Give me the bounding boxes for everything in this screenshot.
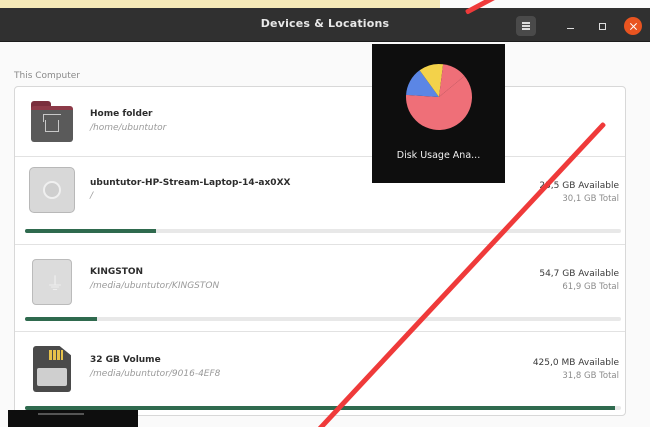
usage-bar (25, 317, 621, 321)
usage-bar-fill (25, 229, 157, 233)
location-name: ubuntutor-HP-Stream-Laptop-14-ax0XX (90, 178, 291, 188)
location-path: /media/ubuntutor/KINGSTON (90, 281, 220, 291)
background-window-strip (0, 0, 440, 8)
launcher-label: Disk Usage Ana... (396, 150, 481, 161)
total-space: 30,1 GB Total (562, 194, 619, 204)
menu-button[interactable] (516, 16, 536, 36)
location-path: / (90, 191, 94, 201)
location-name: Home folder (90, 109, 153, 119)
usage-bar (25, 229, 621, 233)
location-path: /home/ubuntutor (90, 123, 167, 133)
close-icon (630, 23, 637, 30)
hard-drive-icon (29, 167, 75, 213)
hamburger-icon (522, 22, 530, 30)
section-label: This Computer (14, 71, 80, 81)
location-row-sd-volume[interactable]: 32 GB Volume /media/ubuntutor/9016-4EF8 … (15, 332, 625, 417)
header-bar: Devices & Locations (0, 8, 650, 42)
home-folder-icon (29, 99, 75, 145)
total-space: 61,9 GB Total (562, 282, 619, 292)
usage-bar-fill (25, 317, 97, 321)
locations-list: Home folder /home/ubuntutor ubuntutor-HP… (14, 86, 626, 416)
location-row-home[interactable]: Home folder /home/ubuntutor (15, 87, 625, 157)
location-name: 32 GB Volume (90, 355, 161, 365)
location-row-kingston[interactable]: ⏚ KINGSTON /media/ubuntutor/KINGSTON 54,… (15, 245, 625, 332)
maximize-button[interactable] (592, 16, 612, 36)
window-title: Devices & Locations (260, 17, 390, 30)
dock-corner (8, 410, 138, 427)
close-button[interactable] (624, 17, 642, 35)
total-space: 31,8 GB Total (562, 371, 619, 381)
maximize-icon (598, 22, 606, 30)
minimize-icon (566, 28, 574, 29)
usb-drive-icon: ⏚ (32, 259, 72, 305)
minimize-button[interactable] (560, 16, 580, 36)
disk-usage-analyzer-launcher[interactable]: Disk Usage Ana... (372, 44, 505, 183)
available-space: 425,0 MB Available (532, 358, 619, 368)
sd-card-icon (33, 346, 71, 392)
disk-usage-analyzer-icon (406, 64, 472, 130)
location-name: KINGSTON (90, 267, 144, 277)
available-space: 54,7 GB Available (539, 269, 619, 279)
location-path: /media/ubuntutor/9016-4EF8 (90, 369, 221, 379)
